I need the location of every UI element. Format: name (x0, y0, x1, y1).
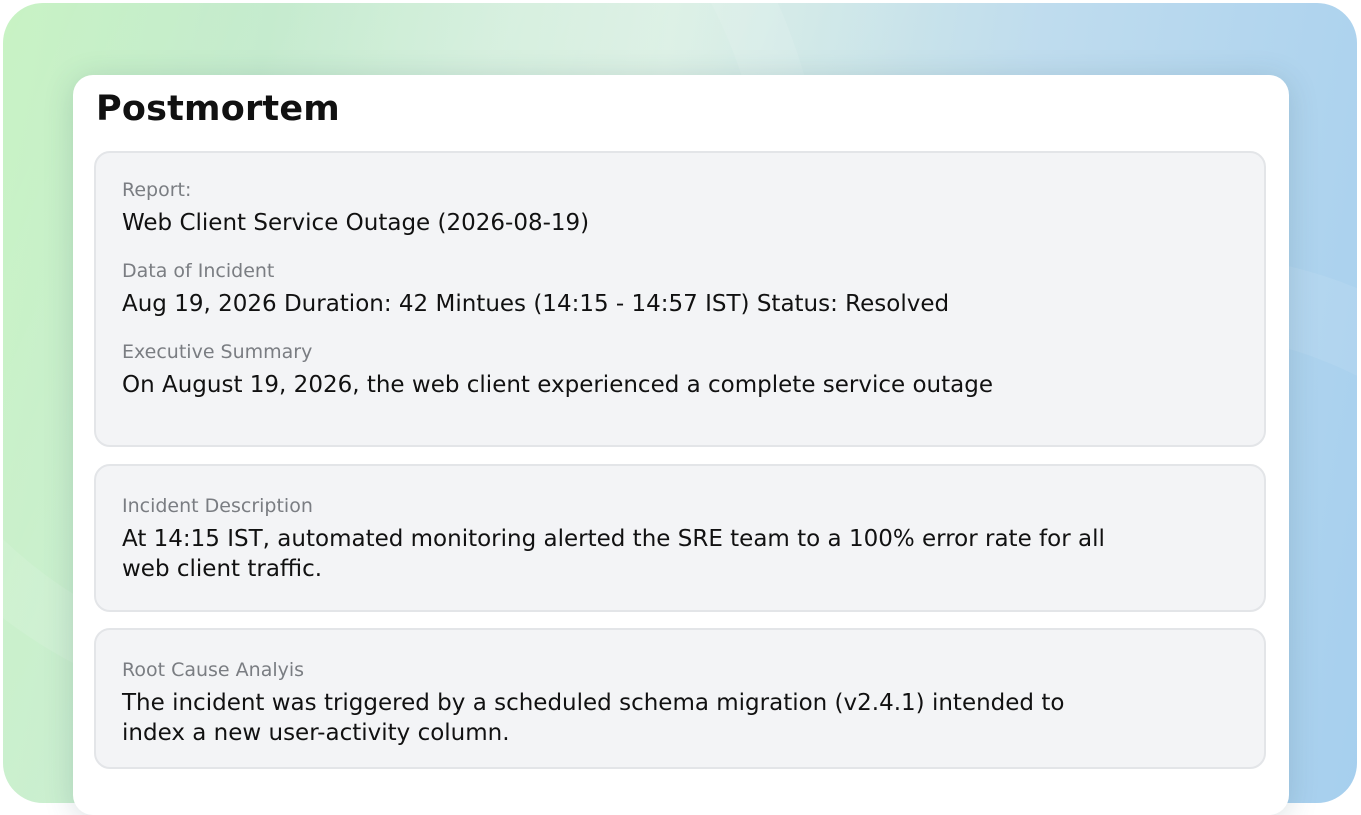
report-field: Report: Web Client Service Outage (2026-… (122, 178, 1238, 238)
incident-date-label: Data of Incident (122, 260, 275, 282)
root-cause-label: Root Cause Analyis (122, 659, 305, 681)
executive-summary-field: Executive Summary On August 19, 2026, th… (122, 340, 1238, 400)
report-value[interactable]: Web Client Service Outage (2026-08-19) (122, 208, 1238, 238)
executive-summary-label: Executive Summary (122, 341, 313, 363)
report-summary-card: Report: Web Client Service Outage (2026-… (94, 151, 1266, 447)
incident-description-label: Incident Description (122, 495, 313, 517)
report-label: Report: (122, 179, 192, 201)
postmortem-window: Postmortem Report: Web Client Service Ou… (73, 75, 1289, 815)
executive-summary-value[interactable]: On August 19, 2026, the web client exper… (122, 370, 1238, 400)
incident-date-field: Data of Incident Aug 19, 2026 Duration: … (122, 259, 1238, 319)
root-cause-card: Root Cause Analyis The incident was trig… (94, 628, 1266, 769)
page-title: Postmortem (96, 89, 340, 129)
incident-date-value[interactable]: Aug 19, 2026 Duration: 42 Mintues (14:15… (122, 289, 1238, 319)
root-cause-value[interactable]: The incident was triggered by a schedule… (122, 688, 1082, 748)
incident-description-value[interactable]: At 14:15 IST, automated monitoring alert… (122, 524, 1122, 584)
incident-description-card: Incident Description At 14:15 IST, autom… (94, 464, 1266, 612)
